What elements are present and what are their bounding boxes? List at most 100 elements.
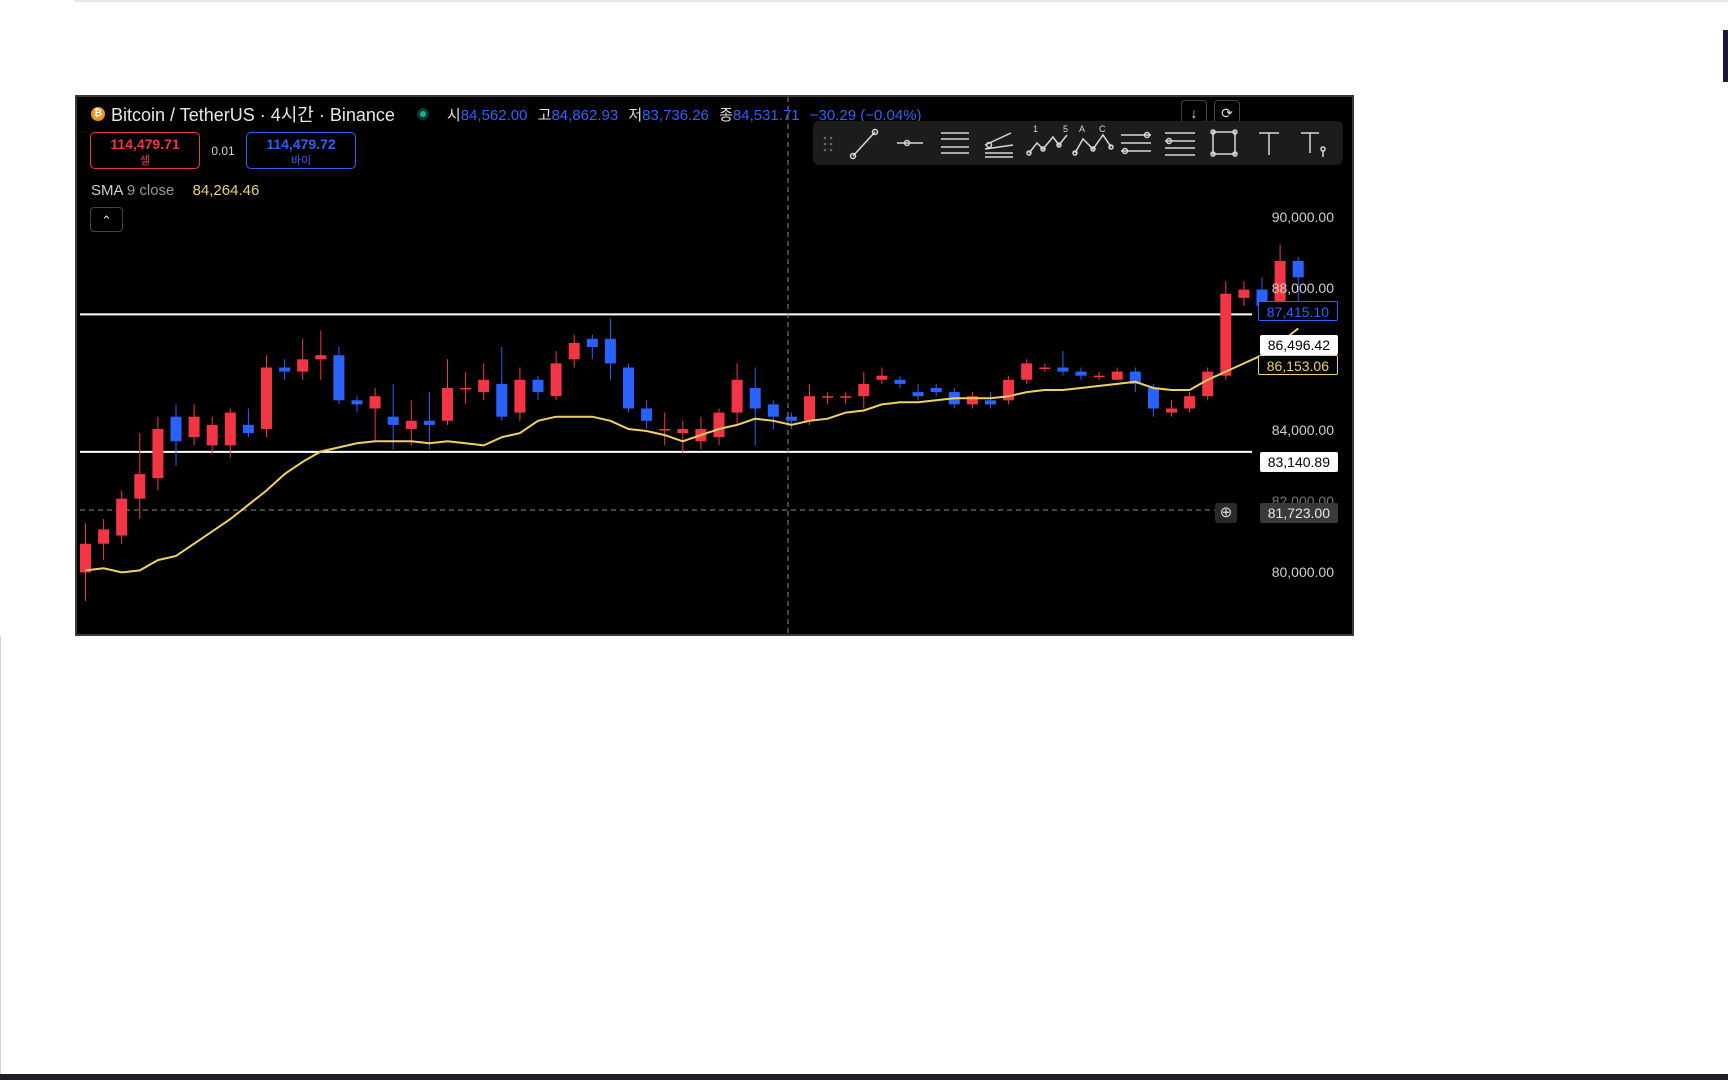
candle-body [1075,371,1087,376]
trade-panel: 114,479.71 셀 0.01 114,479.72 바이 [90,132,356,169]
buy-button[interactable]: 114,479.72 바이 [246,132,356,169]
abcd-pattern-icon[interactable] [1072,133,1114,156]
candle-body [1220,293,1232,376]
candle-body [623,367,634,409]
candle-body [1093,375,1105,378]
fib-extension-icon[interactable] [1165,132,1195,156]
candle-body [369,396,381,409]
fib-retracement-icon[interactable] [1121,131,1151,155]
candle-body [297,359,309,372]
candle-body [604,338,616,364]
anchored-text-icon[interactable] [1301,132,1326,157]
rectangle-icon[interactable] [1210,129,1238,157]
level-high-tag[interactable]: 86,496.42 [1259,335,1338,355]
candle-body [858,383,870,397]
candle-body [496,383,508,417]
spread-value: 0.01 [211,143,235,158]
text-icon[interactable] [1259,132,1279,155]
candle-body [1202,371,1214,397]
sma-line [85,327,1299,574]
chart-panel[interactable]: ₿ Bitcoin / TetherUS · 4시간 · Binance 시84… [75,95,1354,636]
sell-price: 114,479.71 [110,136,180,152]
symbol-title[interactable]: Bitcoin / TetherUS · 4시간 · Binance [111,101,395,127]
candle-body [315,355,327,360]
price-chart[interactable] [77,97,1354,636]
open-value: 84,562.00 [460,106,528,124]
open-label: 시 [446,106,461,124]
bitcoin-icon: ₿ [91,107,105,121]
low-value: 83,736.26 [642,106,709,124]
drawing-toolbar: 1 5 A C [813,121,1343,165]
market-status-icon [416,108,429,120]
buy-label: 바이 [290,155,312,167]
candle-body [677,428,689,434]
candle-body [423,420,435,425]
candle-body [224,412,236,446]
candle-body [876,375,888,380]
candle-body [188,416,200,438]
sma-legend[interactable]: SMA 9 close 84,264.46 [91,182,259,199]
window-top-border [75,0,1728,2]
candle-body [405,420,417,429]
sma-price-tag: 86,153.06 [1257,355,1338,375]
candle-body [351,400,363,405]
y-tick-label: 80,000.00 [1271,564,1334,580]
abcd-label-a: A [1079,124,1086,134]
high-value: 84,862.93 [551,106,619,124]
candle-body [98,529,110,544]
candle-body [568,342,580,360]
last-price-tag: 87,415.10 [1257,301,1338,321]
high-label: 고 [537,106,552,124]
sma-name: SMA [91,182,123,199]
candle-body [1292,260,1304,278]
candle-body [713,412,725,438]
candle-body [586,338,598,348]
candle-body [80,543,91,573]
horizontal-ray-icon[interactable] [897,139,923,147]
candle-body [1057,367,1069,372]
pitchfork-icon[interactable] [984,132,1014,158]
candle-body [1184,396,1196,409]
buy-price: 114,479.72 [266,136,336,152]
candle-body [242,424,254,434]
candle-body [514,379,526,413]
candle-body [985,400,996,405]
candle-body [1021,363,1033,380]
sma-value: 84,264.46 [192,182,260,199]
add-alert-icon[interactable]: ⊕ [1215,503,1237,523]
candle-body [804,396,815,421]
candle-body [152,428,164,479]
candle-body [116,498,128,536]
close-label: 종 [719,106,733,124]
parallel-channel-icon[interactable] [941,132,969,154]
close-value: 84,531.71 [732,106,800,124]
elliott-wave-icon[interactable] [1026,134,1068,156]
candle-body [840,396,852,398]
candle-body [550,363,562,397]
candle-body [1238,289,1250,298]
candle-body [206,424,218,446]
chart-header: ₿ Bitcoin / TetherUS · 4시간 · Binance 시84… [91,103,922,125]
trendline-icon[interactable] [849,128,879,160]
window-edge-handle [1723,30,1728,82]
candle-body [930,387,942,393]
candle-body [1039,367,1051,369]
crosshair-price-tag: 81,723.00 [1259,503,1338,523]
candle-body [460,387,472,390]
candle-body [1147,387,1159,409]
drag-handle-icon[interactable] [823,136,833,152]
chevron-up-icon[interactable]: ⌃ [90,207,123,232]
candle-body [912,392,924,397]
sell-button[interactable]: 114,479.71 셀 [90,132,200,169]
candle-body [1111,371,1123,380]
level-low-tag[interactable]: 83,140.89 [1259,452,1338,472]
abcd-label-c: C [1099,124,1106,134]
candle-body [659,428,671,431]
candle-body [279,367,291,372]
candle-body [731,379,743,413]
y-tick-label: 90,000.00 [1271,209,1334,225]
taskbar-edge [0,1074,1728,1080]
candle-body [785,416,797,421]
candle-body [641,408,653,421]
candle-body [134,474,146,499]
